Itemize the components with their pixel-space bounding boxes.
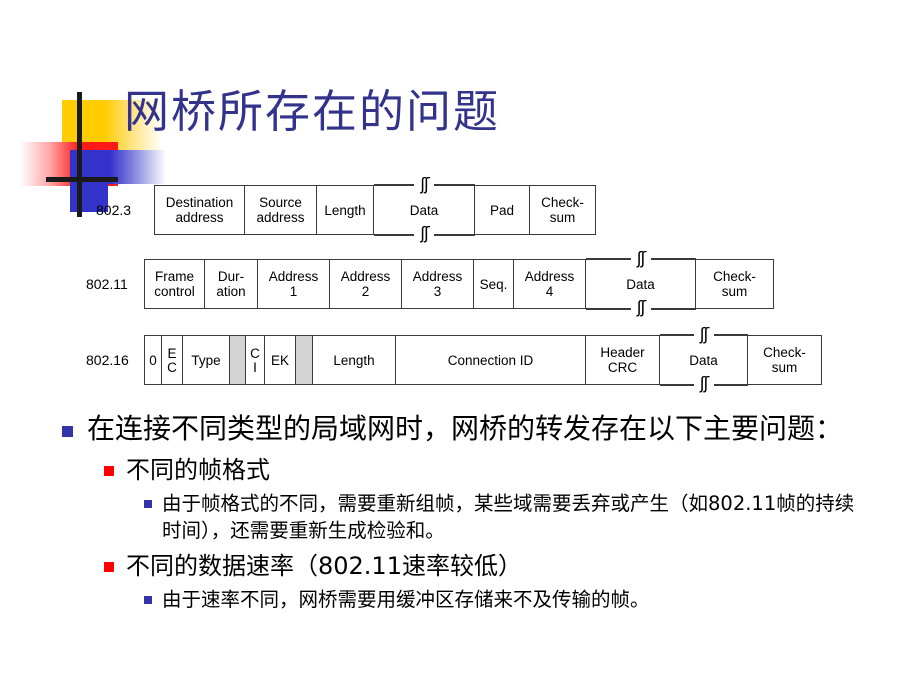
break-squiggle-icon: ʃʃ [630,299,651,318]
frame-field-data: ʃʃ ʃʃ Data [586,250,696,318]
frame-field-data: ʃʃ ʃʃ Data [374,176,475,244]
bullet-level3-text-1: 由于帧格式的不同，需要重新组帧，某些域需要丢弃或产生（如802.11帧的持续时间… [162,492,855,542]
bullet-level2-frame-format: 不同的帧格式 [104,454,892,486]
bullet-level1-text: 在连接不同类型的局域网时，网桥的转发存在以下主要问题： [87,412,844,445]
frame-boxes-802-16: 0 EC Type CI EK Length Connection ID Header CRC… [144,326,822,394]
protocol-label-802-11: 802.11 [86,276,128,292]
bullet-marker-blue [62,426,73,437]
frame-field-length: Length [317,186,374,234]
frame-field-address-4: Address 4 [514,260,586,308]
frame-field-address-2: Address 2 [330,260,402,308]
frame-field-source-address: Source address [245,186,317,234]
break-squiggle-icon: ʃʃ [630,250,651,269]
break-squiggle-icon: ʃʃ [414,225,434,244]
bullet-level2-heading-1: 不同的帧格式 [126,456,270,484]
frame-field-destination-address: Destination address [155,186,245,234]
break-squiggle-icon: ʃʃ [693,375,714,394]
break-squiggle-icon: ʃʃ [414,176,434,195]
frame-field-spacer [296,336,313,384]
bullet-level1: 在连接不同类型的局域网时，网桥的转发存在以下主要问题： [62,410,892,448]
frame-field-label: Data [409,202,439,218]
frame-field-seq: Seq. [474,260,514,308]
bullet-marker-red [104,466,114,476]
frame-field-dur-ation: Dur- ation [205,260,258,308]
bullet-level3-frame-format-detail: 由于帧格式的不同，需要重新组帧，某些域需要丢弃或产生（如802.11帧的持续时间… [144,490,892,544]
frame-diagram-802-3: 802.3 Destination address Source address L… [96,176,596,244]
bullet-marker-blue-small [144,596,152,604]
frame-field-data: ʃʃ ʃʃ Data [660,326,748,394]
break-squiggle-icon: ʃʃ [693,326,714,345]
frame-field-pad: Pad [475,186,530,234]
frame-field-label: Data [626,276,655,292]
bullet-level3-text-2: 由于速率不同，网桥需要用缓冲区存储来不及传输的帧。 [162,588,650,611]
slide-title: 网桥所存在的问题 [124,85,501,138]
frame-field-ec: EC [162,336,183,384]
slide-body: 在连接不同类型的局域网时，网桥的转发存在以下主要问题： 不同的帧格式 由于帧格式… [62,410,892,613]
bullet-level2-heading-2: 不同的数据速率（802.11速率较低） [126,552,522,580]
bullet-level2-data-rate: 不同的数据速率（802.11速率较低） [104,550,892,582]
frame-field-address-3: Address 3 [402,260,474,308]
frame-field-ci: CI [246,336,265,384]
frame-field-check-sum: Check- sum [763,345,806,375]
logo-horizontal-line [46,177,118,182]
frame-field-address-1: Address 1 [258,260,330,308]
bullet-marker-red [104,562,114,572]
frame-field-ek: EK [265,336,296,384]
frame-boxes-802-3: Destination address Source address Length ʃ… [154,176,596,244]
bullet-marker-blue-small [144,500,152,508]
frame-boxes-802-11: Frame control Dur- ation Address 1 Address … [144,250,774,318]
logo-vertical-line [77,92,82,217]
frame-field-check-sum: Check- sum [541,195,584,225]
frame-field-length: Length [313,336,396,384]
protocol-label-802-16: 802.16 [86,352,129,368]
frame-field-header-crc: Header CRC [586,336,660,384]
frame-field-spacer [230,336,246,384]
frame-field-check-sum: Check- sum [713,269,756,299]
frame-diagram-802-11: 802.11 Frame control Dur- ation Address 1A… [86,250,774,318]
frame-field-connection-id: Connection ID [396,336,586,384]
protocol-label-802-3: 802.3 [96,202,132,218]
frame-field-frame-control: Frame control [145,260,205,308]
bullet-level3-data-rate-detail: 由于速率不同，网桥需要用缓冲区存储来不及传输的帧。 [144,586,892,613]
frame-field-0: 0 [145,336,162,384]
frame-diagram-802-16: 802.16 0 EC Type CI EK Length Connection ID Hea… [86,326,822,394]
frame-field-label: Data [689,352,718,368]
frame-field-type: Type [183,336,230,384]
